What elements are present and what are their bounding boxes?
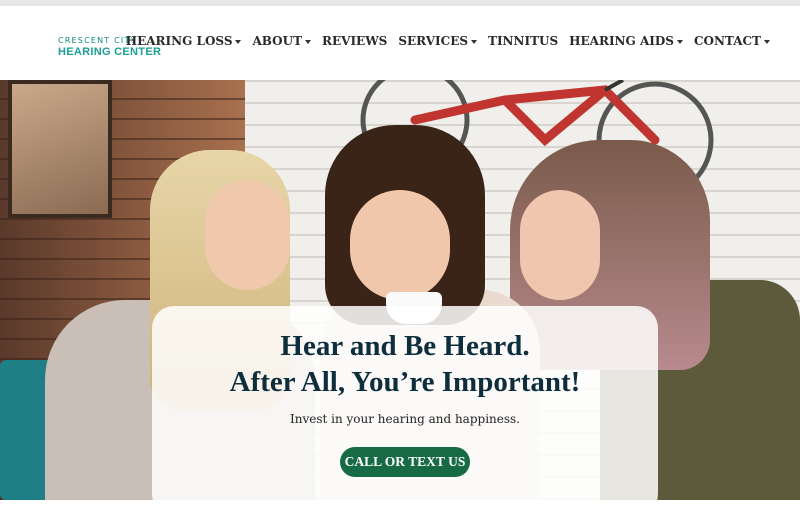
chevron-down-icon xyxy=(235,39,242,44)
wall-frame xyxy=(8,80,112,218)
nav-tinnitus[interactable]: TINNITUS xyxy=(488,34,558,48)
chevron-down-icon xyxy=(676,39,683,44)
nav-tinnitus-label: TINNITUS xyxy=(488,34,559,48)
hero-headline-line2: After All, You’re Important! xyxy=(229,366,581,398)
chevron-down-icon xyxy=(471,39,478,44)
nav-services[interactable]: SERVICES xyxy=(398,34,478,48)
nav-contact-label: CONTACT xyxy=(693,34,761,48)
nav-reviews-label: REVIEWS xyxy=(322,34,388,48)
hero-headline: Hear and Be Heard. After All, You’re Imp… xyxy=(152,328,658,400)
nav-services-label: SERVICES xyxy=(398,34,469,48)
chevron-down-icon xyxy=(305,39,312,44)
nav-hearing-aids[interactable]: HEARING AIDS xyxy=(569,34,683,48)
hero-subtext: Invest in your hearing and happiness. xyxy=(289,412,520,426)
hero-cta-panel: Hear and Be Heard. After All, You’re Imp… xyxy=(152,306,658,516)
call-or-text-button[interactable]: CALL OR TEXT US xyxy=(340,447,470,477)
nav-reviews[interactable]: REVIEWS xyxy=(322,34,387,48)
chevron-down-icon xyxy=(764,39,770,44)
woman-center-face xyxy=(350,190,450,300)
nav-contact[interactable]: CONTACT xyxy=(694,34,770,48)
woman-left-face xyxy=(205,180,290,290)
nav-hearing-loss[interactable]: HEARING LOSS xyxy=(126,34,242,48)
main-nav: HEARING LOSS ABOUT REVIEWS SERVICES TINN… xyxy=(126,34,770,48)
nav-about-label: ABOUT xyxy=(252,34,303,48)
woman-right-face xyxy=(520,190,600,300)
site-header: CRESCENT CITY HEARING CENTER HEARING LOS… xyxy=(0,6,800,80)
hero-headline-line1: Hear and Be Heard. xyxy=(280,330,530,362)
nav-hearing-aids-label: HEARING AIDS xyxy=(569,34,674,48)
nav-about[interactable]: ABOUT xyxy=(252,34,312,48)
nav-hearing-loss-label: HEARING LOSS xyxy=(125,34,233,48)
